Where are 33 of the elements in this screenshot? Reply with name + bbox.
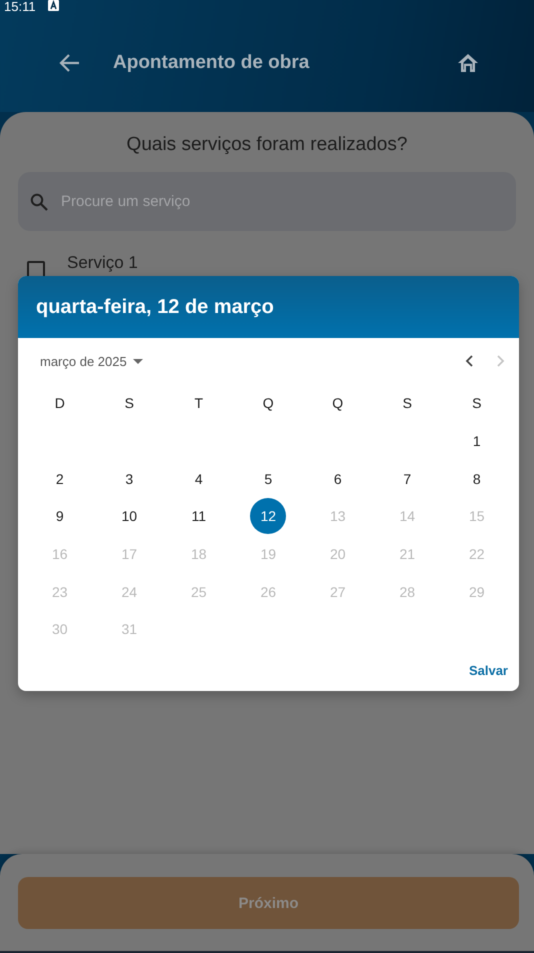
calendar-day[interactable]: 12 bbox=[250, 498, 286, 534]
selected-date-title: quarta-feira, 12 de março bbox=[36, 296, 274, 318]
calendar-day[interactable]: 9 bbox=[42, 498, 78, 534]
save-button[interactable]: Salvar bbox=[468, 659, 508, 682]
service-name: Serviço 1 bbox=[67, 253, 138, 273]
weekday-label: S bbox=[472, 395, 482, 411]
month-year-label[interactable]: março de 2025 bbox=[40, 354, 127, 368]
weekday-label: D bbox=[54, 395, 65, 411]
calendar-day[interactable]: 3 bbox=[111, 460, 148, 497]
weekday-label: S bbox=[124, 395, 134, 411]
question-heading: Quais serviços foram realizados? bbox=[126, 134, 408, 156]
status-time: 15:11 bbox=[4, 0, 36, 14]
notification-icon bbox=[48, 0, 59, 11]
calendar-day[interactable]: 11 bbox=[180, 498, 217, 534]
home-icon[interactable] bbox=[456, 52, 480, 74]
calendar-day[interactable]: 6 bbox=[320, 460, 356, 497]
next-button[interactable]: Próximo bbox=[18, 877, 519, 929]
previous-month-icon[interactable] bbox=[465, 355, 473, 367]
weekday-label: T bbox=[194, 395, 204, 411]
calendar-day[interactable]: 4 bbox=[180, 460, 217, 497]
calendar-day[interactable]: 7 bbox=[389, 460, 426, 497]
weekday-label: S bbox=[402, 395, 412, 411]
calendar-day[interactable]: 8 bbox=[458, 460, 495, 497]
screen-title: Apontamento de obra bbox=[113, 52, 310, 74]
dropdown-caret-icon[interactable] bbox=[132, 358, 143, 364]
calendar-day[interactable]: 10 bbox=[111, 498, 148, 534]
calendar-day[interactable]: 2 bbox=[42, 460, 78, 497]
calendar-day[interactable]: 5 bbox=[250, 460, 286, 497]
search-field[interactable]: Procure um serviço bbox=[18, 172, 516, 231]
calendar-day[interactable]: 1 bbox=[458, 422, 495, 459]
weekday-label: Q bbox=[332, 395, 344, 411]
weekday-label: Q bbox=[262, 395, 274, 411]
back-arrow-icon[interactable] bbox=[58, 53, 80, 73]
